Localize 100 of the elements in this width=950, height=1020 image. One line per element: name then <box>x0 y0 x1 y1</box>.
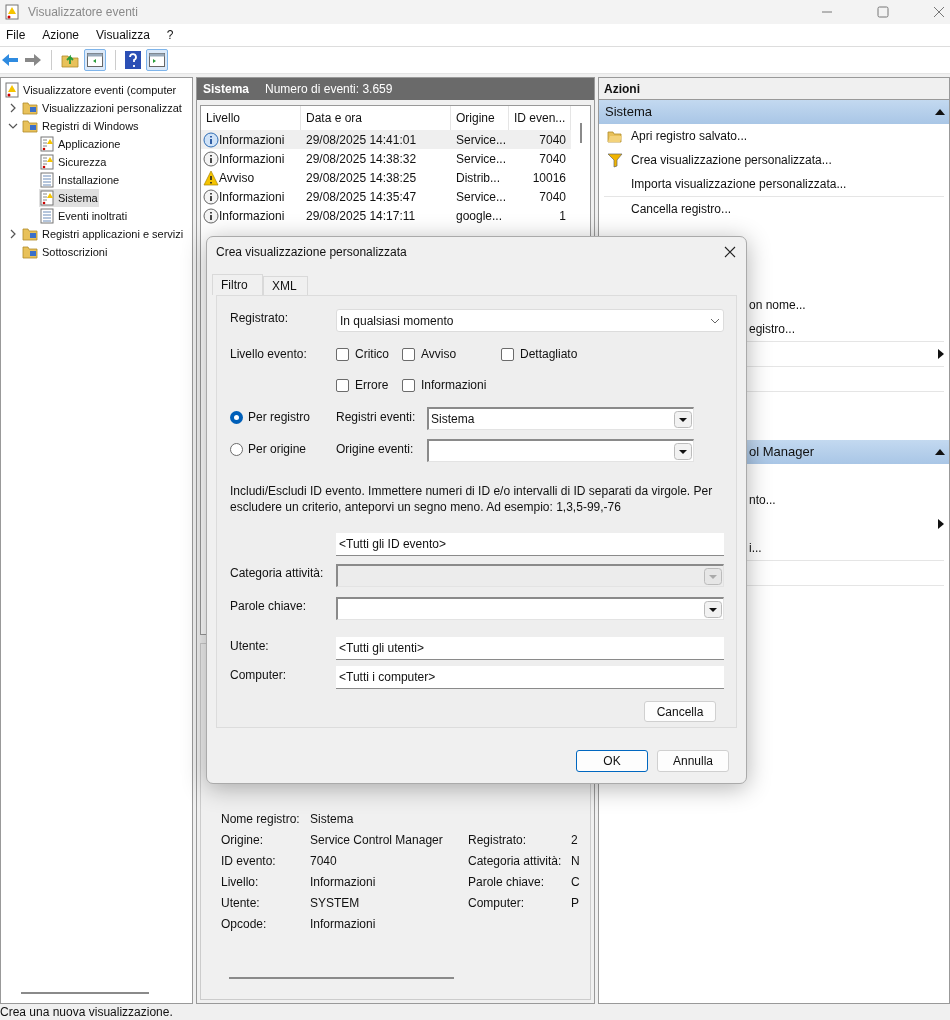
folder-icon <box>22 119 38 133</box>
table-cell-text: 29/08/2025 14:17:11 <box>305 207 417 225</box>
detail-label: Livello: <box>221 874 260 889</box>
table-cell-text: Service... <box>455 150 507 168</box>
maximize-icon[interactable] <box>877 6 889 18</box>
radio-button[interactable]: Per origine <box>230 440 336 458</box>
detail-value: P <box>571 895 579 910</box>
toggle-pane-button[interactable] <box>146 49 168 71</box>
detail-value: N <box>571 853 580 868</box>
menu-item[interactable]: Azione <box>42 26 80 44</box>
combo-box[interactable] <box>427 439 694 462</box>
detail-value: C <box>571 874 580 889</box>
checkbox[interactable]: Avviso <box>402 345 501 363</box>
clear-button[interactable]: Cancella <box>644 701 716 722</box>
action-item[interactable]: Crea visualizzazione personalizzata... <box>599 148 949 172</box>
checkbox[interactable]: Informazioni <box>402 376 501 394</box>
collapse-arrow-icon <box>935 449 945 455</box>
submenu-arrow-icon[interactable] <box>938 349 944 359</box>
help-icon[interactable] <box>125 51 141 69</box>
log-icon <box>40 208 54 224</box>
field-label: Parole chiave: <box>230 598 308 615</box>
action-item[interactable]: Apri registro salvato... <box>599 124 949 148</box>
dropdown[interactable]: In qualsiasi momento <box>336 309 724 332</box>
chevron-right-icon[interactable] <box>8 229 18 239</box>
combo-box[interactable]: Sistema <box>427 407 694 430</box>
table-cell-text: 10016 <box>531 169 567 187</box>
action-item[interactable]: on nome... <box>749 296 806 314</box>
menu-item[interactable]: ? <box>166 26 174 44</box>
action-item[interactable]: Importa visualizzazione personalizzata... <box>599 172 949 196</box>
tree-item[interactable]: Sottoscrizioni <box>21 243 109 261</box>
table-cell-text: 7040 <box>538 150 567 168</box>
tree-item[interactable]: Applicazione <box>39 135 122 153</box>
submenu-arrow-icon[interactable] <box>938 519 944 529</box>
dialog-button[interactable]: Annulla <box>657 750 729 772</box>
table-cell-text: Avviso <box>219 169 255 187</box>
checkbox[interactable]: Errore <box>336 376 402 394</box>
table-cell-text: Distrib... <box>455 169 501 187</box>
tree-item[interactable]: Installazione <box>39 171 121 189</box>
menu-item[interactable]: Visualizza <box>96 26 150 44</box>
detail-label: Opcode: <box>221 916 268 931</box>
chevron-down-icon <box>710 317 720 324</box>
back-arrow-icon[interactable] <box>1 53 19 67</box>
section-header[interactable]: Sistema <box>599 100 949 124</box>
dialog-button[interactable]: OK <box>576 750 648 772</box>
event-count: Numero di eventi: 3.659 <box>265 81 393 98</box>
tree-item[interactable]: Registri applicazioni e servizi <box>21 225 185 243</box>
action-item[interactable]: nto... <box>749 491 776 509</box>
input-field[interactable]: <Tutti gli ID evento> <box>336 533 724 556</box>
table-cell-text: google... <box>455 207 504 225</box>
checkbox[interactable]: Dettagliato <box>501 345 576 363</box>
filter-icon <box>607 152 623 168</box>
table-cell-text: 1 <box>558 207 567 225</box>
tree-item[interactable]: Sistema <box>39 189 99 207</box>
field-label: Registri eventi: <box>336 409 417 426</box>
scrollbar[interactable] <box>21 992 149 994</box>
log-warning-icon <box>40 136 54 152</box>
dialog-title: Crea visualizzazione personalizzata <box>216 243 408 261</box>
radio-button[interactable]: Per registro <box>230 408 336 426</box>
window-pane-icon <box>87 53 103 67</box>
close-icon[interactable] <box>724 245 736 258</box>
table-cell-text: Informazioni <box>219 150 285 168</box>
tab[interactable]: XML <box>263 276 308 295</box>
chevron-down-icon[interactable] <box>8 121 18 131</box>
field-label: Livello evento: <box>230 346 308 363</box>
tab[interactable]: Filtro <box>212 274 263 295</box>
scrollbar[interactable] <box>579 123 582 143</box>
detail-value: Informazioni <box>310 874 376 889</box>
checkbox[interactable]: Critico <box>336 345 402 363</box>
scrollbar[interactable] <box>229 977 454 979</box>
event-row[interactable]: Informazioni 29/08/2025 14:35:47 Service... 7040 <box>201 187 571 206</box>
folder-up-icon[interactable] <box>61 52 79 68</box>
field-label: Categoria attività: <box>230 565 325 582</box>
chevron-right-icon[interactable] <box>8 103 18 113</box>
collapse-arrow-icon <box>935 109 945 115</box>
menu-item[interactable]: File <box>6 26 26 44</box>
combo-box[interactable] <box>336 597 724 620</box>
section-title: Sistema <box>605 103 652 122</box>
table-cell-text: Informazioni <box>219 131 285 149</box>
field-label: Origine eventi: <box>336 441 415 458</box>
tree-item[interactable]: Visualizzazioni personalizzat <box>21 99 183 117</box>
tree-item[interactable]: Visualizzatore eventi (computer <box>4 81 178 99</box>
event-row[interactable]: Informazioni 29/08/2025 14:38:32 Service... 7040 <box>201 149 571 168</box>
event-row[interactable]: Informazioni 29/08/2025 14:41:01 Service... 7040 <box>201 130 571 149</box>
detail-label: Utente: <box>221 895 261 910</box>
forward-arrow-icon[interactable] <box>24 53 42 67</box>
tree-item[interactable]: Sicurezza <box>39 153 108 171</box>
action-item[interactable]: i... <box>749 539 762 557</box>
detail-value: Informazioni <box>310 916 376 931</box>
tree-item[interactable]: Eventi inoltrati <box>39 207 129 225</box>
event-row[interactable]: Avviso 29/08/2025 14:38:25 Distrib... 10016 <box>201 168 571 187</box>
event-row[interactable]: Informazioni 29/08/2025 14:17:11 google... 1 <box>201 206 571 225</box>
table-cell-text: Service... <box>455 131 507 149</box>
detail-label: Nome registro: <box>221 811 301 826</box>
toggle-pane-button[interactable] <box>84 49 106 71</box>
input-field[interactable]: <Tutti i computer> <box>336 666 724 689</box>
action-item[interactable]: Cancella registro... <box>599 197 949 221</box>
action-item[interactable]: egistro... <box>749 320 796 338</box>
input-field[interactable]: <Tutti gli utenti> <box>336 637 724 660</box>
log-warning-icon <box>5 82 19 98</box>
tree-item[interactable]: Registri di Windows <box>21 117 140 135</box>
